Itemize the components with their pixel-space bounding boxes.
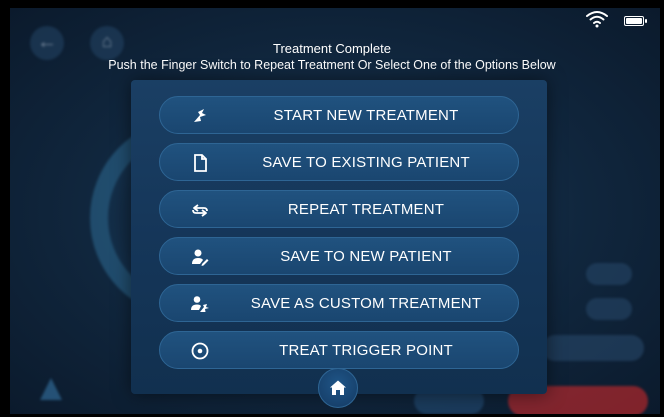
treatment-complete-dialog: START NEW TREATMENT SAVE TO EXISTING PAT… — [131, 80, 547, 408]
background-logo — [40, 378, 62, 400]
start-new-treatment-button[interactable]: START NEW TREATMENT — [159, 96, 519, 134]
target-icon — [190, 341, 210, 361]
device-frame: Treatment Complete Push the Finger Switc… — [0, 0, 664, 417]
background-pill — [586, 263, 632, 285]
repeat-icon — [190, 200, 210, 220]
background-button — [542, 335, 644, 361]
background-pill — [586, 298, 632, 320]
treat-trigger-point-button[interactable]: TREAT TRIGGER POINT — [159, 331, 519, 369]
dialog-subtitle: Push the Finger Switch to Repeat Treatme… — [108, 58, 556, 72]
wifi-icon — [586, 11, 608, 28]
option-label: TREAT TRIGGER POINT — [279, 342, 453, 359]
home-button[interactable] — [318, 368, 358, 408]
option-label: START NEW TREATMENT — [273, 107, 459, 124]
option-label: SAVE TO EXISTING PATIENT — [262, 154, 470, 171]
custom-treatment-icon — [190, 294, 210, 314]
save-as-custom-treatment-button[interactable]: SAVE AS CUSTOM TREATMENT — [159, 284, 519, 322]
battery-icon — [624, 16, 647, 26]
add-patient-icon — [190, 247, 210, 267]
save-to-existing-patient-button[interactable]: SAVE TO EXISTING PATIENT — [159, 143, 519, 181]
dialog-title: Treatment Complete — [272, 41, 391, 56]
repeat-treatment-button[interactable]: REPEAT TREATMENT — [159, 190, 519, 228]
option-label: REPEAT TREATMENT — [287, 201, 445, 218]
option-label: SAVE AS CUSTOM TREATMENT — [250, 295, 482, 312]
save-to-new-patient-button[interactable]: SAVE TO NEW PATIENT — [159, 237, 519, 275]
home-icon — [330, 380, 346, 395]
option-label: SAVE TO NEW PATIENT — [280, 248, 452, 265]
document-icon — [190, 153, 210, 173]
handpiece-icon — [190, 106, 210, 126]
